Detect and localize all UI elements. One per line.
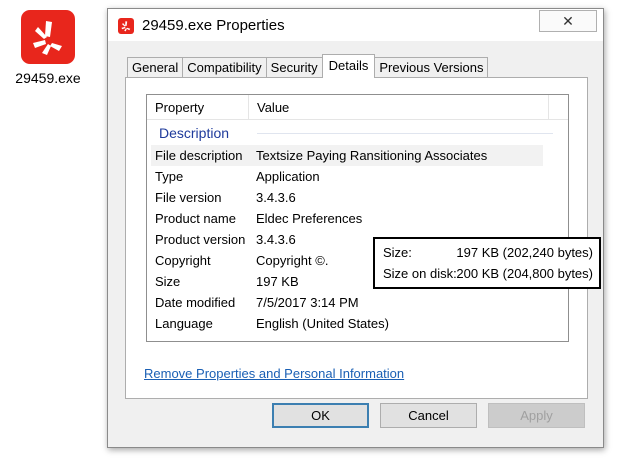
close-button[interactable]: ✕ (539, 10, 597, 32)
tooltip-size-label: Size: (383, 245, 412, 260)
list-header: Property Value (147, 95, 568, 120)
property-value: 3.4.3.6 (256, 190, 296, 205)
cancel-button[interactable]: Cancel (380, 403, 477, 428)
property-name: Product name (155, 211, 236, 226)
tooltip-disk-value: 200 KB (204,800 bytes) (456, 266, 593, 281)
property-name: Product version (155, 232, 246, 247)
size-tooltip: Size: 197 KB (202,240 bytes) Size on dis… (373, 237, 601, 289)
yelp-burst-icon (21, 10, 75, 64)
property-name: Copyright (155, 253, 211, 268)
group-header-description: Description (159, 125, 230, 141)
tab-previous-versions[interactable]: Previous Versions (374, 57, 489, 78)
app-icon (118, 18, 134, 34)
table-row[interactable]: File description Textsize Paying Ransiti… (151, 145, 543, 166)
table-row[interactable]: Date modified 7/5/2017 3:14 PM (151, 292, 543, 313)
property-value: 3.4.3.6 (256, 232, 296, 247)
table-row[interactable]: Type Application (151, 166, 543, 187)
table-row[interactable]: File version 3.4.3.6 (151, 187, 543, 208)
tooltip-size-value: 197 KB (202,240 bytes) (456, 245, 593, 260)
details-panel: Property Value Description File descript… (125, 77, 601, 399)
column-divider[interactable] (248, 95, 249, 119)
property-name: Size (155, 274, 181, 289)
apply-button[interactable]: Apply (488, 403, 585, 428)
window-title: 29459.exe Properties (142, 17, 285, 34)
property-name: Language (155, 316, 213, 331)
tab-compatibility[interactable]: Compatibility (182, 57, 267, 78)
group-divider (257, 133, 553, 134)
property-name: Date modified (155, 295, 236, 310)
property-name: File description (155, 148, 243, 163)
property-name: File version (155, 190, 222, 205)
ok-button[interactable]: OK (272, 403, 369, 428)
column-header-property[interactable]: Property (155, 100, 204, 115)
tooltip-disk-row: Size on disk: 200 KB (204,800 bytes) (383, 266, 593, 286)
remove-properties-link[interactable]: Remove Properties and Personal Informati… (144, 366, 404, 381)
table-row[interactable]: Language English (United States) (151, 313, 543, 334)
close-icon: ✕ (562, 12, 574, 29)
table-row[interactable]: Product name Eldec Preferences (151, 208, 543, 229)
tooltip-size-row: Size: 197 KB (202,240 bytes) (383, 245, 593, 265)
property-value: Application (256, 169, 320, 184)
title-bar[interactable]: 29459.exe Properties ✕ (108, 9, 603, 41)
column-divider[interactable] (548, 95, 549, 119)
tab-details[interactable]: Details (321, 54, 376, 78)
tab-general[interactable]: General (127, 57, 184, 78)
property-value: 197 KB (256, 274, 299, 289)
property-value: Copyright ©. (256, 253, 329, 268)
property-name: Type (155, 169, 184, 184)
property-value: 7/5/2017 3:14 PM (256, 295, 359, 310)
tooltip-disk-label: Size on disk: (383, 266, 457, 281)
property-value: Eldec Preferences (256, 211, 363, 226)
property-value: English (United States) (256, 316, 389, 331)
tab-strip: General Compatibility Security Details P… (127, 54, 489, 78)
details-list[interactable]: Property Value Description File descript… (146, 94, 601, 342)
desktop-file-icon[interactable]: 29459.exe (8, 10, 88, 86)
column-header-value[interactable]: Value (257, 100, 289, 115)
tab-security[interactable]: Security (265, 57, 323, 78)
properties-window: 29459.exe Properties ✕ General Compatibi… (107, 8, 604, 448)
desktop-file-label: 29459.exe (15, 70, 81, 86)
property-value: Textsize Paying Ransitioning Associates (256, 148, 488, 163)
